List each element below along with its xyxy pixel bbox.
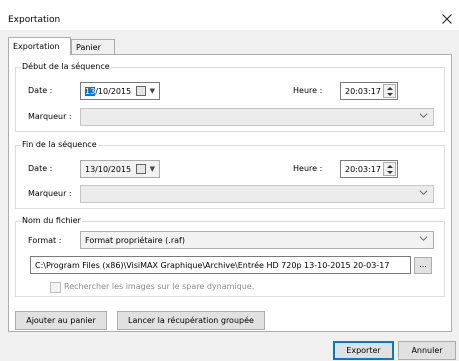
dropdown-arrow-icon[interactable]: ▼ [150,87,155,95]
fin-marqueur-label: Marqueur : [28,189,72,198]
chevron-down-icon[interactable] [419,188,428,197]
debut-date-label: Date : [28,86,53,95]
group-debut: Début de la séquence Date : 13/10/2015 ▼… [15,62,445,132]
format-select[interactable]: Format propriétaire (.raf) [80,231,434,249]
debut-heure-spinner[interactable] [383,84,396,98]
spin-up-icon[interactable] [387,87,393,90]
file-path-value: C:\Program Files (x86)\VisiMAX Graphique… [35,261,390,270]
spin-down-icon[interactable] [387,93,393,96]
fin-heure-spinner[interactable] [383,162,396,176]
chevron-down-icon[interactable] [419,234,428,243]
export-button[interactable]: Exporter [333,341,394,360]
tab-exportation[interactable]: Exportation [8,37,71,55]
tab-panel-exportation: Début de la séquence Date : 13/10/2015 ▼… [8,54,452,332]
title-bar: Exportation [0,0,459,30]
spin-up-icon[interactable] [387,165,393,168]
spare-checkbox[interactable] [50,282,61,293]
close-icon[interactable] [441,13,453,25]
fin-date-label: Date : [28,164,53,173]
group-fichier: Nom du fichier Format : Format propriéta… [15,216,445,297]
tab-panier[interactable]: Panier [71,39,115,55]
debut-marqueur-label: Marqueur : [28,112,72,121]
fin-heure-input[interactable]: 20:03:17 [340,160,398,178]
calendar-icon[interactable] [136,86,146,96]
debut-date-day: 13 [85,87,96,96]
format-value: Format propriétaire (.raf) [85,236,185,245]
chevron-down-icon[interactable] [419,111,428,120]
group-title-fichier: Nom du fichier [21,216,82,225]
fin-heure-label: Heure : [293,164,323,173]
calendar-icon[interactable] [136,164,146,174]
fin-marqueur-select[interactable] [80,185,434,203]
debut-date-picker[interactable]: 13/10/2015 ▼ [80,82,160,100]
group-title-fin: Fin de la séquence [21,140,98,149]
group-title-debut: Début de la séquence [21,62,111,71]
format-label: Format : [28,236,62,245]
add-to-cart-button[interactable]: Ajouter au panier [15,311,107,330]
fin-date-picker[interactable]: 13/10/2015 ▼ [80,160,160,178]
file-path-input[interactable]: C:\Program Files (x86)\VisiMAX Graphique… [30,256,411,274]
debut-heure-label: Heure : [293,86,323,95]
group-fin: Fin de la séquence Date : 13/10/2015 ▼ H… [15,140,445,209]
fin-date-value: 13/10/2015 [85,165,132,174]
browse-button[interactable]: ... [414,257,432,274]
dropdown-arrow-icon[interactable]: ▼ [150,165,155,173]
spare-checkbox-label: Rechercher les images sur le spare dynam… [64,282,255,291]
debut-date-rest: /10/2015 [95,87,132,96]
debut-heure-input[interactable]: 20:03:17 [340,82,398,100]
batch-recovery-button[interactable]: Lancer la récupération groupée [117,311,265,330]
debut-heure-value: 20:03:17 [345,87,381,96]
window-title: Exportation [8,15,61,25]
debut-marqueur-select[interactable] [80,108,434,126]
fin-heure-value: 20:03:17 [345,165,381,174]
cancel-button[interactable]: Annuler [398,341,456,360]
spin-down-icon[interactable] [387,171,393,174]
